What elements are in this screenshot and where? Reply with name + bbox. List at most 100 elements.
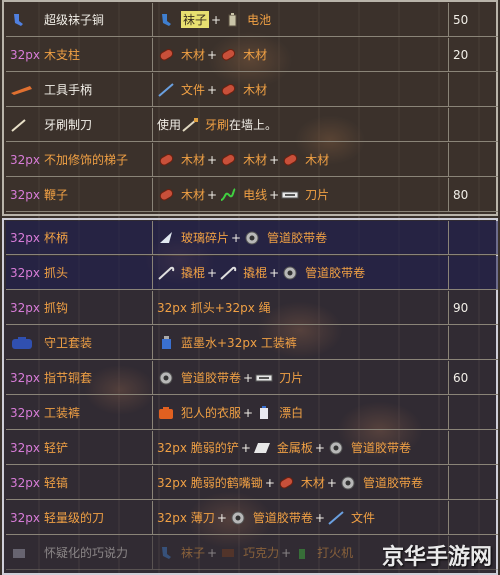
ingredient-label: 32px 脆弱的鹤嘴锄 <box>157 476 263 490</box>
recipe-row: 32px 抓头 撬棍 + 撬棍 + 管道胶带卷 <box>6 256 498 290</box>
stat-value-cell: 60 <box>448 361 498 394</box>
plus-sign: + <box>207 187 218 202</box>
ingredient-label: 木材 <box>181 153 206 167</box>
plus-sign: + <box>269 152 280 167</box>
recipe-cell: 木材 + 电线 + 刀片 <box>152 178 448 211</box>
wood-icon <box>157 153 175 167</box>
recipe-cell: 木材 + 木材 <box>152 38 448 71</box>
icon-placeholder-label: 32px <box>10 187 40 202</box>
stat-value: 20 <box>453 47 469 62</box>
blade-icon <box>255 371 273 385</box>
recipe-row: 32px 抓钩 32px 抓头+32px 绳 90 <box>6 291 498 325</box>
crowbar-icon <box>219 266 237 280</box>
ingredient-label: 刀片 <box>279 371 304 385</box>
recipe-row: 32px 杯柄 玻璃碎片 + 管道胶带卷 <box>6 221 498 255</box>
item-name-cell: 超级袜子锏 <box>10 3 152 36</box>
plus-sign: + <box>207 265 218 280</box>
icon-placeholder-label: 32px <box>10 475 40 490</box>
ingredient-label: 文件 <box>350 511 375 525</box>
recipe-row: 32px 不加修饰的梯子 木材 + 木材 + 木材 <box>6 143 498 177</box>
item-name-cell: 怀疑化的巧说力 <box>10 536 152 569</box>
ink-bottle-icon <box>157 335 175 350</box>
ingredient-label: 在墙上。 <box>229 118 278 132</box>
item-name: 轻铲 <box>44 441 69 455</box>
icon-placeholder-label: 32px <box>10 230 40 245</box>
icon-placeholder-label: 32px <box>10 405 40 420</box>
plus-sign: + <box>240 440 251 455</box>
ingredient-label: 管道胶带卷 <box>305 266 366 280</box>
tool-handle-icon <box>10 83 38 97</box>
ingredient-label: 管道胶带卷 <box>267 231 328 245</box>
crowbar-icon <box>157 266 175 280</box>
recipe-cell: 玻璃碎片 + 管道胶带卷 <box>152 221 448 254</box>
recipe-row: 32px 轻铲 32px 脆弱的铲 + 金属板 + 管道胶带卷 <box>6 431 498 465</box>
wire-icon <box>219 187 237 202</box>
recipe-row: 守卫套装 蓝墨水+32px 工装裤 <box>6 326 498 360</box>
stat-value-cell <box>448 396 498 429</box>
duct-tape-icon <box>229 511 247 525</box>
stat-value-cell <box>448 256 498 289</box>
recipe-cell: 袜子 + 电池 <box>152 3 448 36</box>
item-name-cell: 32px 杯柄 <box>10 221 152 254</box>
toothbrush-icon <box>181 117 199 132</box>
wood-icon <box>157 188 175 202</box>
plus-sign: + <box>216 510 227 525</box>
item-name: 抓头 <box>44 266 69 280</box>
ingredient-label: 玻璃碎片 <box>181 231 230 245</box>
duct-tape-icon <box>157 371 175 385</box>
recipe-row: 牙刷制刀 使用 牙刷 在墙上。 <box>6 108 498 142</box>
sock-icon <box>157 13 175 27</box>
sock-weapon-icon <box>10 13 38 27</box>
toothbrush-knife-icon <box>10 118 38 132</box>
plus-sign: + <box>231 230 242 245</box>
stat-value-cell <box>448 501 498 534</box>
duct-tape-icon <box>243 231 261 245</box>
item-name-cell: 32px 轻量级的刀 <box>10 501 152 534</box>
plus-sign: + <box>264 475 275 490</box>
stat-value-cell <box>448 431 498 464</box>
ingredient-label: 32px 脆弱的铲 <box>157 441 239 455</box>
ingredient-label: 撬棍 <box>243 266 268 280</box>
ingredient-label: 漂白 <box>279 406 304 420</box>
recipe-cell: 32px 薄刀 + 管道胶带卷 + 文件 <box>152 501 448 534</box>
plus-sign: + <box>207 545 218 560</box>
sock-icon <box>157 546 175 560</box>
file-tool-icon <box>327 510 345 525</box>
ingredient-label: 木材 <box>243 153 268 167</box>
icon-placeholder-label: 32px <box>10 510 40 525</box>
duct-tape-icon <box>339 476 357 490</box>
item-name: 杯柄 <box>44 231 69 245</box>
item-name: 牙刷制刀 <box>44 118 93 132</box>
file-tool-icon <box>157 82 175 97</box>
plus-sign: + <box>269 187 280 202</box>
site-watermark: 京华手游网 <box>381 545 492 570</box>
item-name-cell: 32px 鞭子 <box>10 178 152 211</box>
metal-plate-icon <box>253 441 271 455</box>
item-name-cell: 32px 不加修饰的梯子 <box>10 143 152 176</box>
ingredient-label: 木材 <box>181 48 206 62</box>
item-name-cell: 32px 抓头 <box>10 256 152 289</box>
ingredient-label: 金属板 <box>276 441 313 455</box>
item-name: 工装裤 <box>44 406 81 420</box>
stat-value-cell: 90 <box>448 291 498 324</box>
ingredient-label: 木材 <box>300 476 325 490</box>
recipe-cell: 使用 牙刷 在墙上。 <box>152 108 448 141</box>
inmate-outfit-icon <box>157 406 175 420</box>
ingredient-label: 刀片 <box>305 188 330 202</box>
ingredient-label: 袜子 <box>181 11 210 28</box>
recipe-row: 超级袜子锏 袜子 + 电池 50 <box>6 3 498 37</box>
stat-value-cell <box>448 143 498 176</box>
item-name-cell: 32px 工装裤 <box>10 396 152 429</box>
wood-icon <box>277 476 295 490</box>
item-name: 木支柱 <box>44 48 81 62</box>
plus-sign: + <box>281 545 292 560</box>
item-name: 抓钩 <box>44 301 69 315</box>
recipe-cell: 32px 脆弱的铲 + 金属板 + 管道胶带卷 <box>152 431 448 464</box>
item-name-cell: 32px 抓钩 <box>10 291 152 324</box>
recipe-cell: 犯人的衣服 + 漂白 <box>152 396 448 429</box>
ingredient-label: 管道胶带卷 <box>362 476 423 490</box>
ingredient-label: 犯人的衣服 <box>181 406 242 420</box>
recipe-cell: 文件 + 木材 <box>152 73 448 106</box>
wood-icon <box>219 83 237 97</box>
faded-item-icon <box>10 546 38 560</box>
